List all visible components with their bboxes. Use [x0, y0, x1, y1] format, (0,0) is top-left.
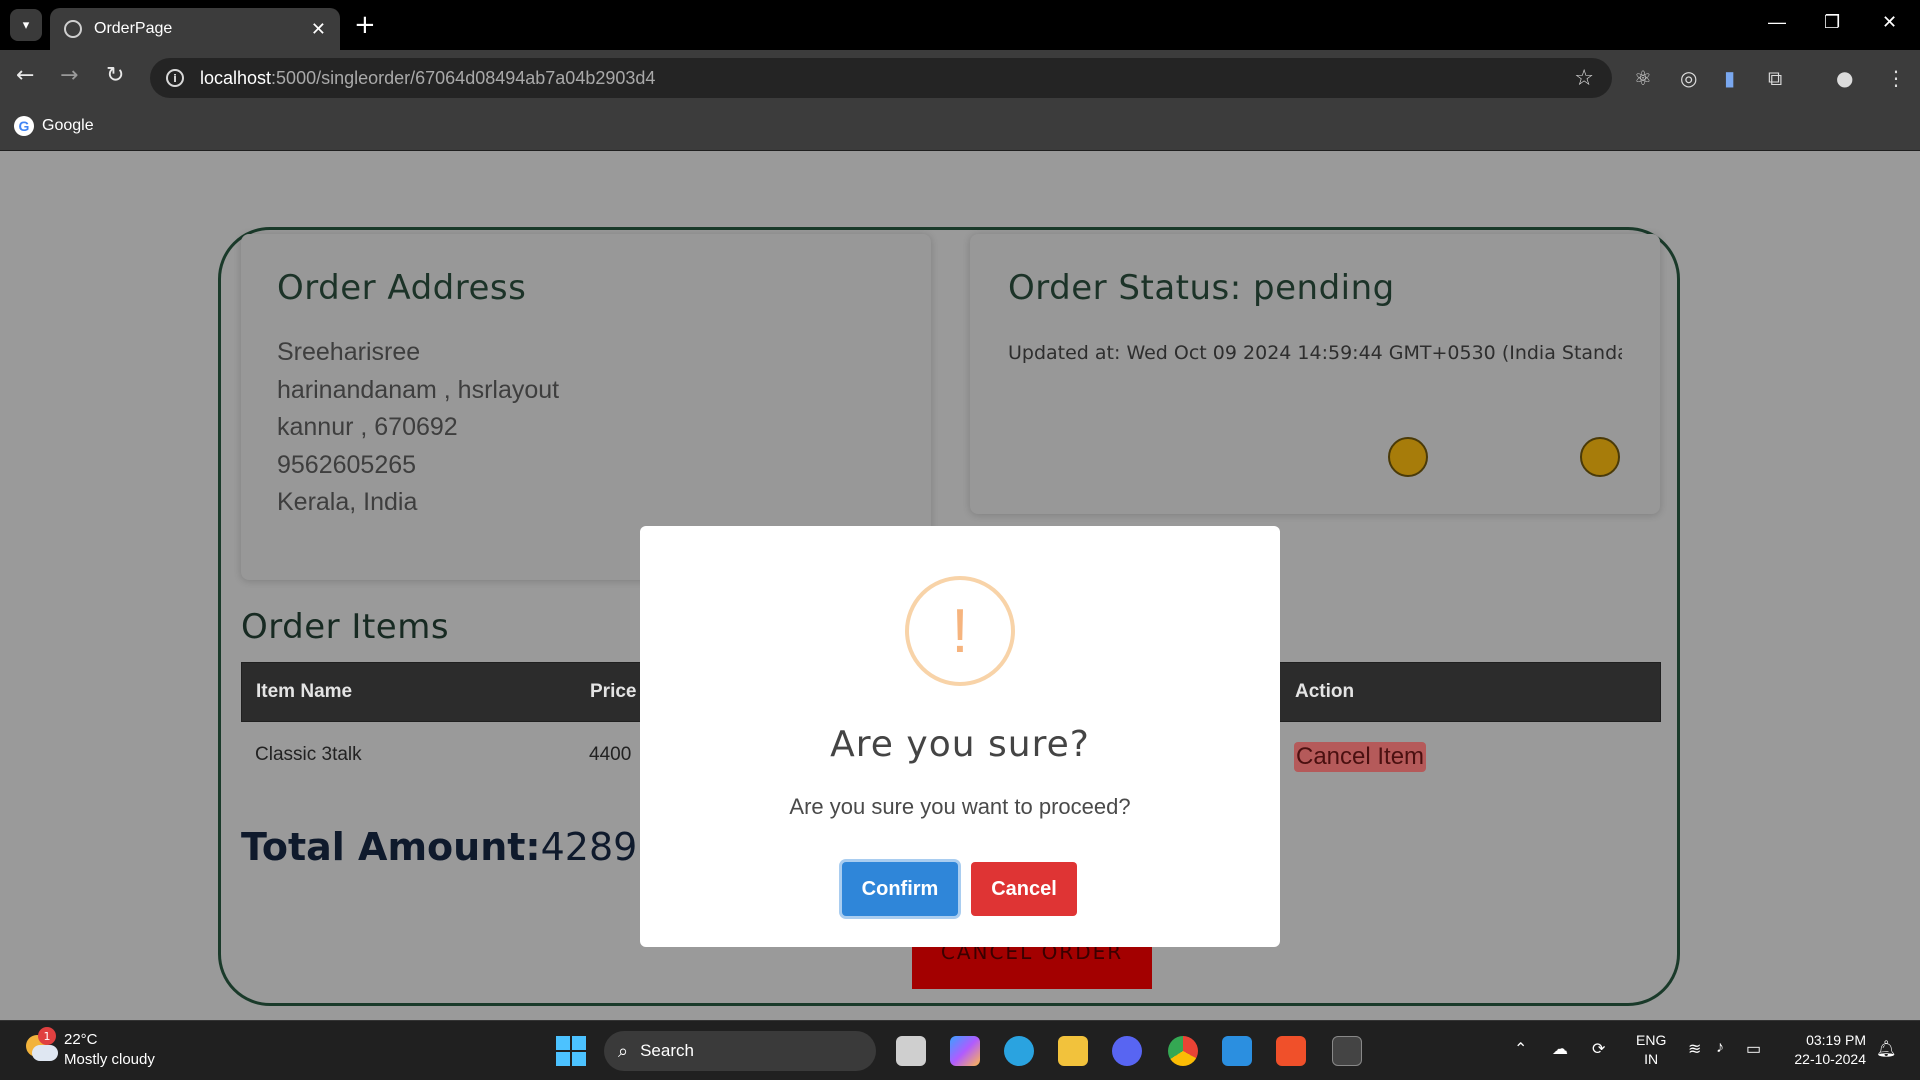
back-arrow-icon[interactable]: ← [16, 64, 34, 88]
bookmarks-bar: G Google [0, 106, 1920, 151]
menu-kebab-icon[interactable]: ⋮ [1886, 66, 1906, 90]
column-header-item-name: Item Name [256, 681, 353, 702]
close-icon[interactable]: ✕ [311, 19, 326, 40]
forward-arrow-icon[interactable]: → [60, 64, 78, 88]
browser-toolbar: ← → ↻ i localhost:5000/singleorder/67064… [0, 50, 1920, 106]
site-info-icon[interactable]: i [166, 69, 184, 87]
task-view-icon[interactable] [896, 1036, 926, 1066]
brave-icon[interactable] [1276, 1036, 1306, 1066]
search-icon: ⌕ [618, 1040, 629, 1062]
chrome-icon[interactable] [1168, 1036, 1198, 1066]
reload-icon[interactable]: ↻ [106, 64, 124, 88]
globe-icon [64, 20, 82, 38]
onedrive-cloud-icon[interactable]: ☁ [1552, 1039, 1568, 1059]
cancel-item-button[interactable]: Cancel Item [1294, 742, 1427, 772]
address-line: Sreeharisree [277, 338, 421, 366]
weather-description: Mostly cloudy [64, 1051, 155, 1068]
status-step-dot [1388, 437, 1428, 477]
order-address-title: Order Address [277, 268, 527, 308]
item-name-cell: Classic 3talk [255, 744, 362, 765]
copilot-icon[interactable] [950, 1036, 980, 1066]
telegram-icon[interactable] [1004, 1036, 1034, 1066]
column-header-action: Action [1295, 681, 1355, 702]
dialog-title: Are you sure? [830, 724, 1090, 765]
url-text: localhost:5000/singleorder/67064d08494ab… [200, 67, 656, 88]
tab-title: OrderPage [94, 20, 173, 37]
close-window-button[interactable]: ✕ [1882, 12, 1897, 33]
language-indicator[interactable]: ENG IN [1636, 1031, 1666, 1069]
taskbar: 1 22°C Mostly cloudy ⌕ Search ⌃ ☁ ⟳ ENG I… [0, 1020, 1920, 1080]
vscode-icon[interactable] [1222, 1036, 1252, 1066]
minimize-button[interactable]: — [1768, 12, 1786, 33]
warning-icon: ! [905, 576, 1015, 686]
order-status-title: Order Status: pending [1008, 268, 1395, 308]
volume-icon[interactable]: ♪ [1716, 1039, 1724, 1057]
wifi-icon[interactable]: ≋ [1688, 1039, 1701, 1059]
discord-icon[interactable] [1112, 1036, 1142, 1066]
extension-clipboard-icon[interactable]: ▮ [1724, 66, 1735, 90]
confirm-button[interactable]: Confirm [842, 862, 958, 916]
notification-badge: 1 [38, 1027, 56, 1045]
confirm-dialog: ! Are you sure? Are you sure you want to… [640, 526, 1280, 947]
address-line: harinandanam , hsrlayout [277, 375, 560, 404]
tab-orderpage[interactable]: OrderPage ✕ [50, 8, 340, 50]
tab-strip: ▾ OrderPage ✕ + — ❐ ✕ [0, 0, 1920, 50]
address-line: Kerala, India [277, 488, 418, 516]
extensions-puzzle-icon[interactable]: ⧉ [1768, 66, 1782, 90]
column-header-price: Price [590, 681, 637, 702]
order-items-title: Order Items [241, 607, 450, 647]
windows-start-icon[interactable] [556, 1036, 586, 1066]
page-content: Order Address Sreeharisree harinandanam … [0, 151, 1920, 1020]
restore-button[interactable]: ❐ [1824, 12, 1840, 33]
address-line: kannur , 670692 [277, 413, 458, 441]
cancel-button[interactable]: Cancel [971, 862, 1077, 916]
taskbar-search[interactable]: ⌕ Search [604, 1031, 876, 1071]
bookmark-star-icon[interactable]: ☆ [1574, 66, 1594, 91]
clock[interactable]: 03:19 PM 22-10-2024 [1786, 1031, 1866, 1069]
chevron-up-icon[interactable]: ⌃ [1514, 1039, 1527, 1059]
address-bar[interactable]: i localhost:5000/singleorder/67064d08494… [150, 58, 1612, 98]
profile-avatar-icon[interactable]: ● [1836, 66, 1853, 90]
search-label: Search [640, 1041, 694, 1060]
terminal-icon[interactable] [1332, 1036, 1362, 1066]
notification-bell-icon[interactable]: 🔔︎ [1876, 1039, 1896, 1059]
weather-temp: 22°C [64, 1031, 98, 1048]
tab-search-button[interactable]: ▾ [10, 9, 42, 41]
sync-icon[interactable]: ⟳ [1592, 1039, 1605, 1059]
updated-at-text: Updated at: Wed Oct 09 2024 14:59:44 GMT… [1008, 342, 1622, 364]
bookmark-label: Google [42, 117, 94, 134]
address-block: Sreeharisree harinandanam , hsrlayout ka… [277, 334, 895, 522]
order-status-panel: Order Status: pending Updated at: Wed Oc… [970, 234, 1660, 514]
total-amount: Total Amount:4289 [241, 825, 638, 869]
address-line: 9562605265 [277, 450, 417, 479]
item-price-cell: 4400 [589, 744, 632, 765]
file-explorer-icon[interactable] [1058, 1036, 1088, 1066]
new-tab-button[interactable]: + [354, 10, 376, 40]
react-devtools-icon[interactable]: ⚛ [1634, 66, 1652, 90]
extension-target-icon[interactable]: ◎ [1680, 66, 1697, 90]
status-step-dot [1580, 437, 1620, 477]
battery-icon[interactable]: ▭ [1746, 1039, 1761, 1059]
dialog-message: Are you sure you want to proceed? [789, 794, 1131, 819]
bookmark-google[interactable]: G Google [14, 116, 94, 136]
google-icon: G [14, 116, 34, 136]
